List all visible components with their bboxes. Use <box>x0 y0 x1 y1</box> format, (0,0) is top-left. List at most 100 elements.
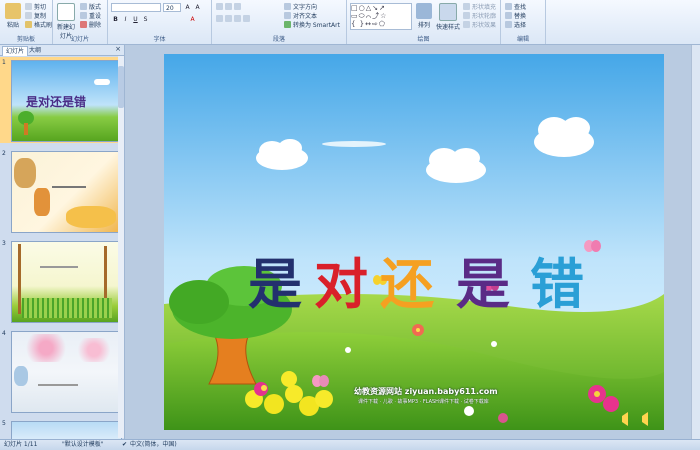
title-char-4: 是 <box>456 252 510 316</box>
text-direction-icon <box>284 3 291 10</box>
title-char-3: 还 <box>380 252 434 316</box>
underline-button[interactable]: U <box>131 15 140 24</box>
slide-number: 5 <box>2 420 6 427</box>
effects-icon <box>463 21 470 28</box>
arrange-button[interactable]: 排列 <box>413 3 435 29</box>
drawing-group: □○△↘↗ ▭⬭⌒⤴☆{ }↔⇨⬠ 排列 快速样式 形状填充 形状轮廓 形状效果 … <box>347 0 501 44</box>
clipboard-group-label: 剪贴板 <box>16 36 35 43</box>
title-char-2: 对 <box>314 252 368 316</box>
bullets-button[interactable] <box>216 3 243 11</box>
slide-thumb-5[interactable]: 5 <box>0 418 122 443</box>
current-slide[interactable]: 是 对 还 是 错 幼教资源网站 ziyuan.baby611.com 课件下载… <box>164 54 664 430</box>
indent-icon <box>234 3 241 10</box>
scissors-icon <box>25 3 32 10</box>
align-center-icon <box>225 15 232 22</box>
tab-slides[interactable]: 幻灯片 <box>2 46 29 56</box>
strikethrough-button[interactable]: S <box>141 15 150 24</box>
font-group: 20 A A B I U S A 字体 <box>108 0 212 44</box>
select-button[interactable]: 选择 <box>505 20 526 29</box>
find-button[interactable]: 查找 <box>505 2 526 11</box>
ribbon: 粘贴 剪切 复制 格式刷 剪贴板 新建幻灯片 版式 重设 删除 幻灯片 20 A… <box>0 0 700 45</box>
shapes-gallery[interactable]: □○△↘↗ ▭⬭⌒⤴☆{ }↔⇨⬠ <box>350 3 412 30</box>
align-text-button[interactable]: 对齐文本 <box>284 11 317 20</box>
copy-icon <box>25 12 32 19</box>
status-bar: 幻灯片 1/11 "默认设计模板" ✔ 中文(简体，中国) <box>0 439 700 450</box>
editing-group-label: 编辑 <box>516 36 529 43</box>
slide-number: 3 <box>2 240 6 247</box>
italic-button[interactable]: I <box>121 15 130 24</box>
shrink-font-button[interactable]: A <box>193 3 202 12</box>
slide-background <box>164 54 664 430</box>
font-group-label: 字体 <box>153 36 166 43</box>
paragraph-group-label: 段落 <box>272 36 285 43</box>
layout-button[interactable]: 版式 <box>80 2 101 11</box>
panel-tabs: 幻灯片 大纲 × <box>0 45 124 56</box>
paste-button[interactable]: 粘贴 <box>2 3 24 29</box>
slide-number: 2 <box>2 150 6 157</box>
bold-button[interactable]: B <box>111 15 120 24</box>
align-left-icon <box>216 15 223 22</box>
tab-outline[interactable]: 大纲 <box>26 46 44 55</box>
font-size-combo[interactable]: 20 <box>163 3 181 12</box>
brush-icon <box>25 21 32 28</box>
align-buttons[interactable] <box>216 15 252 23</box>
fill-bucket-icon <box>463 3 470 10</box>
slides-group: 新建幻灯片 版式 重设 删除 幻灯片 <box>53 0 108 44</box>
quick-styles-icon <box>439 3 457 21</box>
reset-button[interactable]: 重设 <box>80 11 101 20</box>
paste-icon <box>5 3 21 19</box>
title-char-1: 是 <box>248 252 302 316</box>
pen-icon <box>463 12 470 19</box>
grow-font-button[interactable]: A <box>183 3 192 12</box>
close-panel-icon[interactable]: × <box>115 45 121 53</box>
site-subcaption: 课件下载 · 儿歌 · 故事MP3 · FLASH课件下载 · 试卷下载库 <box>358 399 489 405</box>
slide-number: 4 <box>2 330 6 337</box>
slide-thumb-4[interactable]: 4 <box>0 328 122 414</box>
quick-styles-button[interactable]: 快速样式 <box>435 3 461 31</box>
numbering-icon <box>225 3 232 10</box>
slide-thumb-image <box>11 151 122 233</box>
align-right-icon <box>234 15 241 22</box>
format-painter-button[interactable]: 格式刷 <box>25 20 52 29</box>
font-color-button[interactable]: A <box>188 15 197 24</box>
editing-group: 查找 替换 选择 编辑 <box>501 0 546 44</box>
delete-icon <box>80 21 87 28</box>
slide-thumb-image: 是对还是错 <box>11 60 122 142</box>
drawing-group-label: 绘图 <box>417 36 430 43</box>
slide-thumb-image <box>11 331 122 413</box>
shape-fill-button[interactable]: 形状填充 <box>463 2 496 11</box>
shape-effects-button[interactable]: 形状效果 <box>463 20 496 29</box>
panel-scrollbar[interactable] <box>118 56 124 438</box>
justify-icon <box>243 15 250 22</box>
new-slide-icon <box>57 3 75 21</box>
smartart-button[interactable]: 转换为 SmartArt <box>284 20 340 29</box>
copy-button[interactable]: 复制 <box>25 11 46 20</box>
bullets-icon <box>216 3 223 10</box>
cut-button[interactable]: 剪切 <box>25 2 46 11</box>
title-char-5: 错 <box>530 252 584 316</box>
select-icon <box>505 21 512 28</box>
panel-scrollbar-thumb[interactable] <box>118 66 124 108</box>
delete-button[interactable]: 删除 <box>80 20 101 29</box>
replace-button[interactable]: 替换 <box>505 11 526 20</box>
site-caption: 幼教资源网站 ziyuan.baby611.com <box>354 387 498 396</box>
slide-thumb-image <box>11 241 122 323</box>
slide-thumb-1[interactable]: 1 是对还是错 <box>0 57 122 143</box>
main-scrollbar[interactable] <box>691 45 700 439</box>
binoculars-icon <box>505 3 512 10</box>
smartart-icon <box>284 21 291 28</box>
text-direction-button[interactable]: 文字方向 <box>284 2 317 11</box>
slide-thumb-2[interactable]: 2 <box>0 148 122 234</box>
slides-panel: 幻灯片 大纲 × 1 是对还是错 2 3 4 5 <box>0 45 125 443</box>
reset-icon <box>80 12 87 19</box>
layout-icon <box>80 3 87 10</box>
slides-group-label: 幻灯片 <box>70 36 89 43</box>
paragraph-group: 文字方向 对齐文本 转换为 SmartArt 段落 <box>212 0 347 44</box>
arrange-icon <box>416 3 432 19</box>
replace-icon <box>505 12 512 19</box>
slide-number: 1 <box>2 59 6 66</box>
slide-thumb-3[interactable]: 3 <box>0 238 122 324</box>
shape-outline-button[interactable]: 形状轮廓 <box>463 11 496 20</box>
clipboard-group: 粘贴 剪切 复制 格式刷 剪贴板 <box>0 0 53 44</box>
font-name-combo[interactable] <box>111 3 161 12</box>
